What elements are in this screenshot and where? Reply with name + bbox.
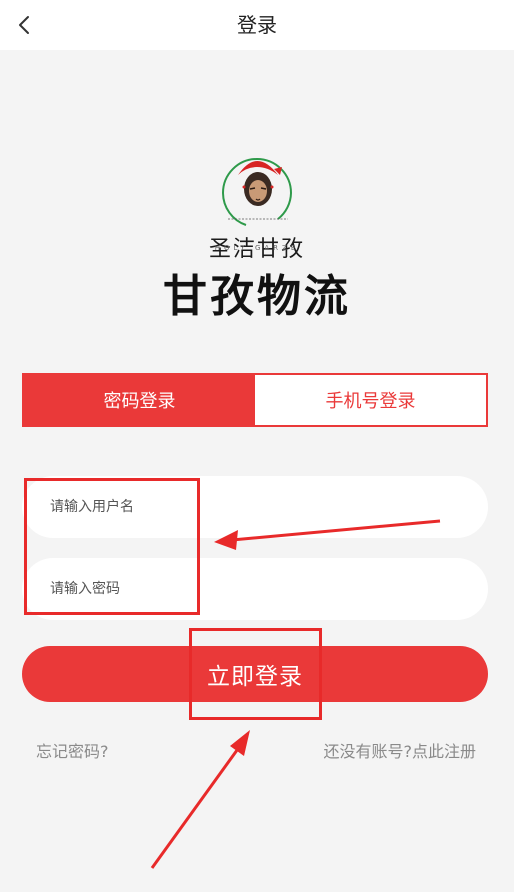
password-field-container — [22, 558, 488, 620]
page-title: 登录 — [237, 13, 277, 37]
login-button[interactable]: 立即登录 — [22, 646, 488, 702]
app-name: 甘孜物流 — [163, 271, 351, 322]
password-input[interactable] — [22, 558, 488, 620]
tab-phone-login[interactable]: 手机号登录 — [255, 375, 486, 425]
annotation-arrowhead-up — [230, 730, 250, 756]
annotation-arrow-up — [150, 745, 242, 869]
forgot-password-link[interactable]: 忘记密码? — [36, 738, 109, 762]
brand-english-text: HOLY GARZE — [214, 244, 300, 252]
top-bar: 登录 — [0, 0, 514, 50]
register-link[interactable]: 还没有账号?点此注册 — [324, 738, 477, 762]
tab-password-login[interactable]: 密码登录 — [24, 375, 255, 425]
login-method-tabs: 密码登录 手机号登录 — [22, 373, 488, 427]
username-field-container — [22, 476, 488, 538]
username-input[interactable] — [22, 476, 488, 538]
